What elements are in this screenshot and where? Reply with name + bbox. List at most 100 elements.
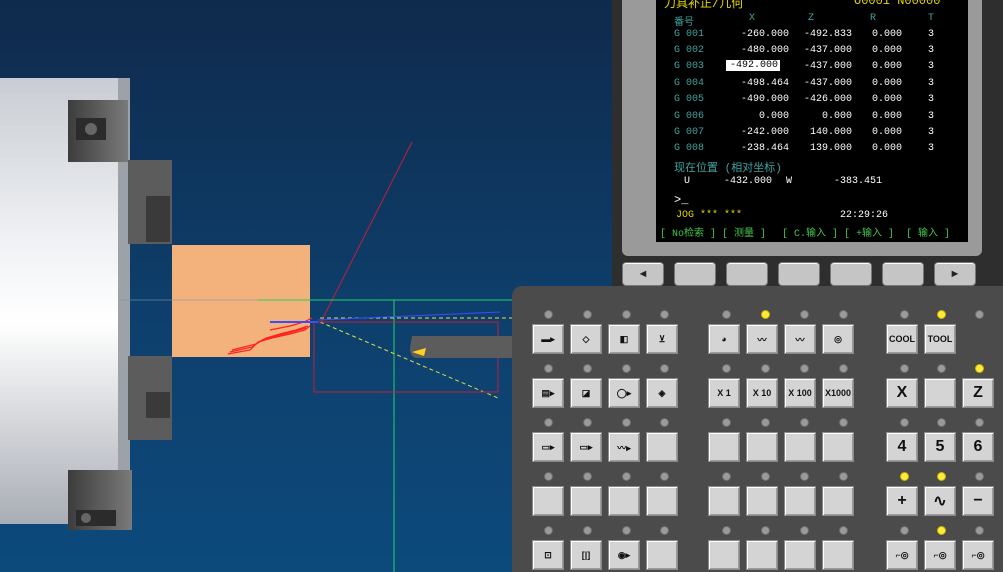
rapid-button[interactable]: ∿ — [924, 486, 956, 516]
led-indicator — [839, 310, 848, 319]
jog-mode-button[interactable]: 〰 — [746, 324, 778, 354]
led-indicator — [660, 310, 669, 319]
blank-button[interactable] — [646, 432, 678, 462]
led-indicator — [583, 364, 592, 373]
col-t: T — [928, 13, 935, 24]
ref-return-button[interactable]: ◕ — [708, 324, 740, 354]
led-indicator — [800, 310, 809, 319]
blank-button[interactable] — [532, 486, 564, 516]
program-restart-button[interactable]: ▭▸ — [532, 432, 564, 462]
opt-stop-button[interactable]: ◯▸ — [608, 378, 640, 408]
led-indicator — [800, 472, 809, 481]
blank-button[interactable] — [608, 486, 640, 516]
led-indicator — [839, 418, 848, 427]
screen-title: 刀具补正/几何 — [664, 0, 744, 11]
dnc-mode-button[interactable]: ⊻ — [646, 324, 678, 354]
softkey-input[interactable]: [ 输入 ] — [906, 224, 950, 240]
softkey-buttons: ◄ ► — [622, 262, 976, 286]
blank-button[interactable] — [784, 432, 816, 462]
key-5-button[interactable]: 5 — [924, 432, 956, 462]
blank-button[interactable] — [746, 486, 778, 516]
workpiece — [172, 245, 310, 357]
program-number: O0001 N00000 — [854, 0, 941, 8]
softkey-no-search[interactable]: [ No检索 ] — [660, 224, 716, 240]
blank-button[interactable] — [746, 432, 778, 462]
led-indicator — [583, 310, 592, 319]
u-label: U — [684, 176, 691, 187]
step-x10-button[interactable]: X 10 — [746, 378, 778, 408]
blank-button[interactable] — [784, 540, 816, 570]
blank-button[interactable] — [784, 486, 816, 516]
skip-block-button[interactable]: ◪ — [570, 378, 602, 408]
cnc-screen: 刀具补正/几何 O0001 N00000 番号 X Z R T G 001 -2… — [656, 0, 968, 242]
blank-button[interactable] — [570, 486, 602, 516]
softkey-c-input[interactable]: [ C.输入 ] — [782, 224, 838, 240]
jog-minus-button[interactable]: − — [962, 486, 994, 516]
step-x100-button[interactable]: X 100 — [784, 378, 816, 408]
mdi-mode-button[interactable]: ◧ — [608, 324, 640, 354]
led-indicator — [544, 526, 553, 535]
input-prompt[interactable]: >_ — [674, 193, 688, 207]
blank-button[interactable] — [746, 540, 778, 570]
selected-cell[interactable]: -492.000 — [726, 60, 780, 71]
spindle-orient-button[interactable]: ⌐◎ — [924, 540, 956, 570]
cutting-tool — [410, 336, 520, 358]
axis-x-button[interactable]: X — [886, 378, 918, 408]
led-indicator — [800, 418, 809, 427]
blank-button[interactable] — [708, 540, 740, 570]
key-4-button[interactable]: 4 — [886, 432, 918, 462]
handwheel-button[interactable]: ◎ — [822, 324, 854, 354]
softkey-button-4[interactable] — [830, 262, 872, 286]
softkey-button-3[interactable] — [778, 262, 820, 286]
blank-button[interactable] — [822, 540, 854, 570]
dry-run-button[interactable]: ◈ — [646, 378, 678, 408]
led-indicator — [544, 472, 553, 481]
axis-z-button[interactable]: Z — [962, 378, 994, 408]
nav-left-button[interactable]: ◄ — [622, 262, 664, 286]
blank-button[interactable] — [646, 540, 678, 570]
spindle-override-button[interactable]: ⌐◎ — [962, 540, 994, 570]
cool-button[interactable]: COOL — [886, 324, 918, 354]
blank-button[interactable] — [822, 486, 854, 516]
blank-button[interactable] — [708, 432, 740, 462]
red-axis-line — [319, 141, 413, 325]
nav-right-button[interactable]: ► — [934, 262, 976, 286]
step-x1-button[interactable]: X 1 — [708, 378, 740, 408]
softkey-measure[interactable]: [ 测量 ] — [722, 224, 766, 240]
chuck-jaw-side-lower — [128, 356, 172, 440]
led-indicator — [975, 418, 984, 427]
key-6-button[interactable]: 6 — [962, 432, 994, 462]
softkey-plus-input[interactable]: [ +输入 ] — [844, 224, 894, 240]
auto-mode-button[interactable]: ▬▸ — [532, 324, 564, 354]
led-indicator-on — [937, 310, 946, 319]
machine-lock-button[interactable]: ▭▸ — [570, 432, 602, 462]
tool-button[interactable]: TOOL — [924, 324, 956, 354]
blank-button[interactable] — [822, 432, 854, 462]
softkey-button-5[interactable] — [882, 262, 924, 286]
jog-plus-button[interactable]: + — [886, 486, 918, 516]
led-indicator — [544, 364, 553, 373]
teach-button[interactable]: 〰▸ — [608, 432, 640, 462]
spindle-jog-button[interactable]: ⌐◎ — [886, 540, 918, 570]
spindle-cw-button[interactable]: ⊡ — [532, 540, 564, 570]
softkey-button-1[interactable] — [674, 262, 716, 286]
led-indicator — [722, 310, 731, 319]
col-r: R — [870, 13, 877, 24]
led-indicator — [660, 364, 669, 373]
blank-button[interactable] — [646, 486, 678, 516]
cnc-monitor: 刀具补正/几何 O0001 N00000 番号 X Z R T G 001 -2… — [612, 0, 1003, 288]
inc-jog-button[interactable]: 〰 — [784, 324, 816, 354]
spindle-ccw-button[interactable]: ◉▸ — [608, 540, 640, 570]
step-x1000-button[interactable]: X1000 — [822, 378, 854, 408]
edit-mode-button[interactable]: ◇ — [570, 324, 602, 354]
led-indicator — [761, 472, 770, 481]
blank-button[interactable] — [708, 486, 740, 516]
softkey-button-2[interactable] — [726, 262, 768, 286]
operator-panel: ▬▸ ◇ ◧ ⊻ ◕ 〰 〰 ◎ COOL TOOL ▤▸ ◪ ◯▸ ◈ X 1… — [512, 286, 1003, 572]
single-block-button[interactable]: ▤▸ — [532, 378, 564, 408]
blank-button[interactable] — [924, 378, 956, 408]
col-z: Z — [808, 13, 815, 24]
w-value: -383.451 — [833, 176, 882, 187]
led-indicator — [839, 526, 848, 535]
spindle-stop-button[interactable]: [|] — [570, 540, 602, 570]
